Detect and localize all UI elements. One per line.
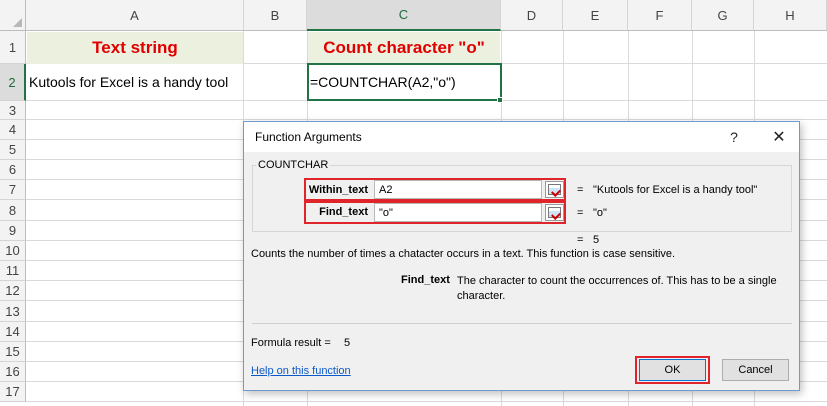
highlight-find-text bbox=[304, 201, 566, 224]
function-arguments-dialog: Function Arguments ? ✕ COUNTCHAR Within_… bbox=[243, 121, 800, 391]
row-header-17[interactable]: 17 bbox=[0, 382, 26, 402]
column-header-a[interactable]: A bbox=[26, 0, 244, 31]
function-name: COUNTCHAR bbox=[256, 159, 331, 171]
column-header-b[interactable]: B bbox=[244, 0, 307, 31]
row-header-10[interactable]: 10 bbox=[0, 241, 26, 261]
row-header-3[interactable]: 3 bbox=[0, 101, 26, 120]
active-cell-border bbox=[307, 63, 502, 101]
cancel-button[interactable]: Cancel bbox=[722, 359, 789, 381]
help-icon[interactable]: ? bbox=[723, 126, 745, 148]
parameter-name: Find_text bbox=[401, 274, 450, 286]
equals-sign: = bbox=[577, 234, 584, 246]
formula-result-value: 5 bbox=[344, 337, 351, 349]
dialog-titlebar[interactable]: Function Arguments ? ✕ bbox=[244, 122, 799, 152]
close-icon[interactable]: ✕ bbox=[767, 126, 791, 148]
column-header-c[interactable]: C bbox=[307, 0, 501, 31]
formula-result-label: Formula result = bbox=[251, 337, 331, 349]
column-header-e[interactable]: E bbox=[563, 0, 628, 31]
gridline bbox=[26, 119, 827, 120]
fill-handle[interactable] bbox=[497, 97, 503, 103]
highlight-ok-button bbox=[635, 356, 710, 384]
column-header-d[interactable]: D bbox=[501, 0, 563, 31]
row-header-12[interactable]: 12 bbox=[0, 281, 26, 301]
find-text-result: "o" bbox=[593, 207, 607, 219]
row-header-8[interactable]: 8 bbox=[0, 200, 26, 221]
overall-result: 5 bbox=[593, 234, 600, 246]
function-description: Counts the number of times a chatacter o… bbox=[251, 248, 676, 260]
divider bbox=[252, 323, 792, 324]
row-header-7[interactable]: 7 bbox=[0, 180, 26, 200]
dialog-title: Function Arguments bbox=[255, 130, 362, 144]
row-header-15[interactable]: 15 bbox=[0, 342, 26, 362]
equals-sign: = bbox=[577, 207, 584, 219]
select-all-corner[interactable] bbox=[0, 0, 26, 31]
row-header-9[interactable]: 9 bbox=[0, 221, 26, 241]
row-header-1[interactable]: 1 bbox=[0, 31, 26, 64]
column-header-g[interactable]: G bbox=[692, 0, 754, 31]
row-header-16[interactable]: 16 bbox=[0, 362, 26, 382]
row-header-14[interactable]: 14 bbox=[0, 322, 26, 342]
gridline bbox=[26, 401, 827, 402]
row-header-6[interactable]: 6 bbox=[0, 160, 26, 180]
highlight-within-text bbox=[304, 178, 566, 201]
equals-sign: = bbox=[577, 184, 584, 196]
parameter-description: The character to count the occurrences o… bbox=[457, 275, 777, 302]
cell-a1[interactable]: Text string bbox=[27, 32, 243, 64]
cell-c1[interactable]: Count character "o" bbox=[308, 32, 500, 64]
row-header-13[interactable]: 13 bbox=[0, 301, 26, 322]
within-text-result: "Kutools for Excel is a handy tool" bbox=[593, 184, 758, 196]
column-header-h[interactable]: H bbox=[754, 0, 827, 31]
row-header-5[interactable]: 5 bbox=[0, 140, 26, 160]
cell-a2[interactable]: Kutools for Excel is a handy tool bbox=[29, 64, 243, 99]
row-header-4[interactable]: 4 bbox=[0, 120, 26, 140]
row-header-2[interactable]: 2 bbox=[0, 64, 26, 101]
help-link[interactable]: Help on this function bbox=[251, 365, 351, 377]
row-header-11[interactable]: 11 bbox=[0, 261, 26, 281]
column-header-f[interactable]: F bbox=[628, 0, 692, 31]
